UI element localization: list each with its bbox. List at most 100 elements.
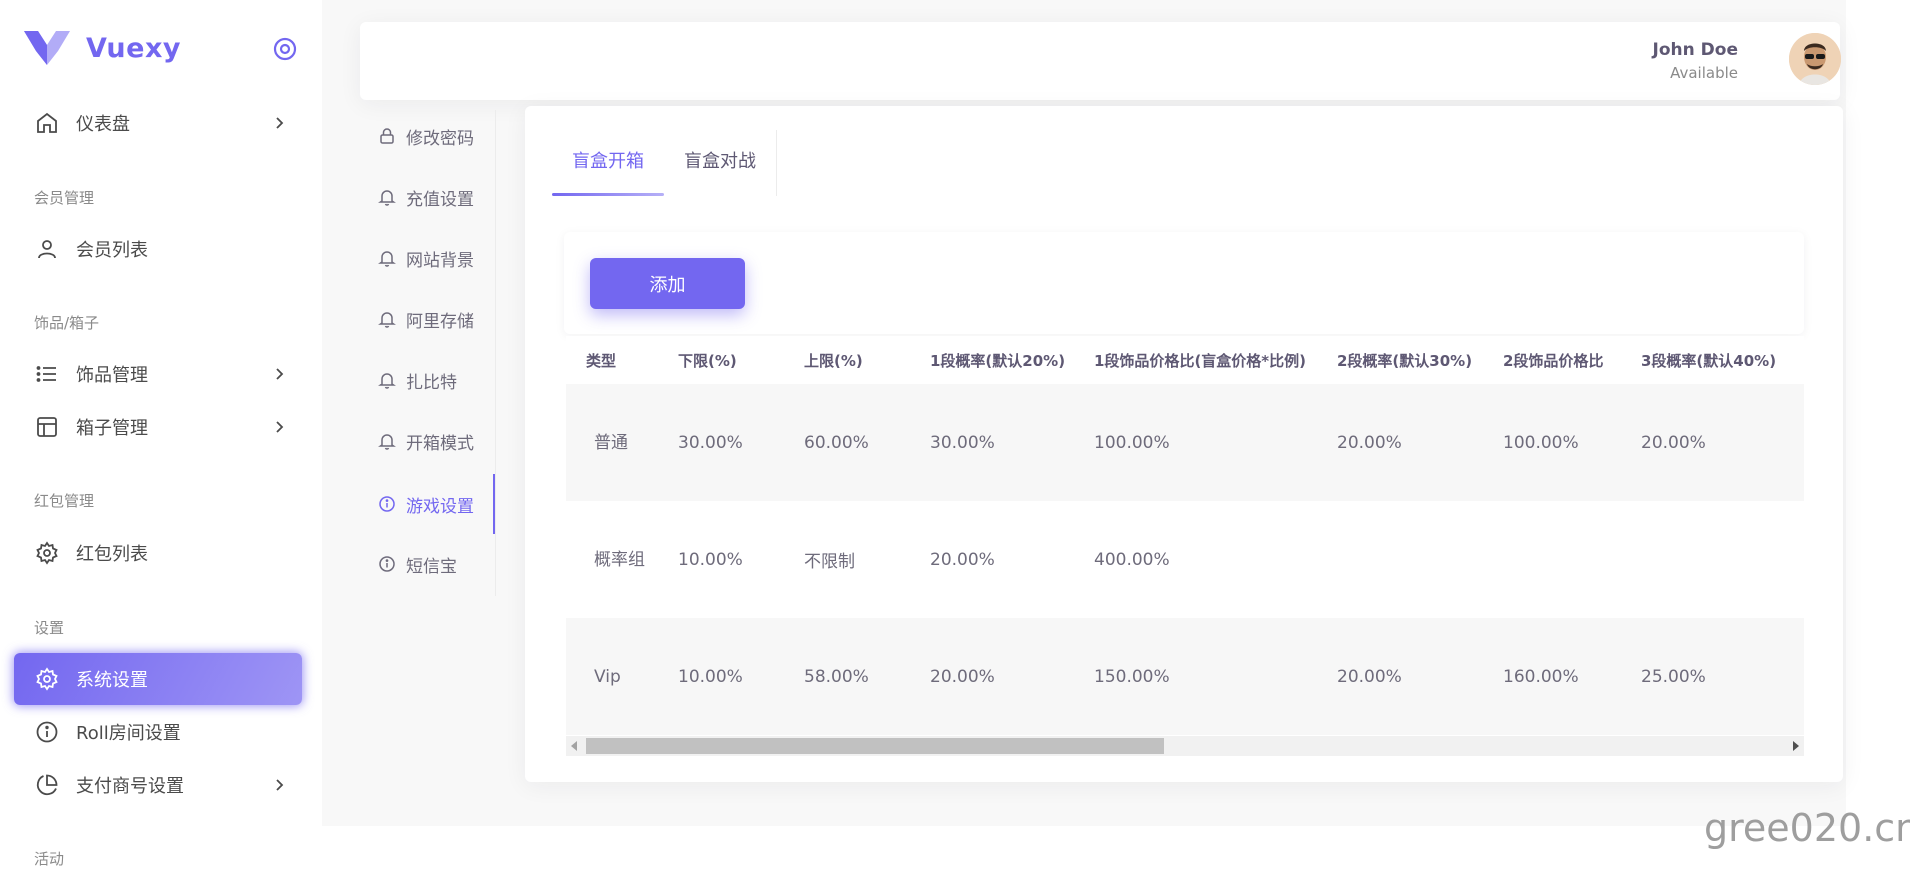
chevron-right-icon — [276, 779, 284, 791]
tab-blind-box-open[interactable]: 盲盒开箱 — [552, 130, 664, 196]
collapse-toggle-icon[interactable] — [272, 36, 298, 62]
sidebar-item-label: 会员列表 — [76, 240, 148, 261]
table-cell: 20.00% — [1317, 384, 1483, 501]
bell-icon — [378, 434, 396, 450]
settings-item-game-settings[interactable]: 游戏设置 — [378, 474, 496, 534]
table-cell: 25.00% — [1621, 618, 1804, 735]
settings-item-site-background[interactable]: 网站背景 — [378, 238, 496, 278]
bell-icon — [378, 312, 396, 328]
lock-icon — [380, 128, 394, 144]
settings-item-label: 阿里存储 — [406, 311, 474, 332]
sidebar-item-redpacket-list[interactable]: 红包列表 — [14, 527, 302, 579]
sidebar-item-roll-room-settings[interactable]: Roll房间设置 — [14, 706, 302, 758]
column-header[interactable]: 类型 — [566, 336, 658, 384]
tab-divider — [776, 130, 777, 196]
info-icon — [34, 719, 60, 745]
table-cell: 30.00% — [658, 384, 784, 501]
tab-blind-box-battle[interactable]: 盲盒对战 — [664, 130, 776, 196]
tab-list: 盲盒开箱 盲盒对战 — [552, 130, 777, 196]
section-settings: 设置 — [34, 619, 65, 637]
brand[interactable]: Vuexy — [24, 28, 181, 68]
column-header[interactable]: 2段概率(默认30%) — [1317, 336, 1483, 384]
user-icon — [34, 236, 60, 262]
table-header-row: 类型 下限(%) 上限(%) 1段概率(默认20%) 1段饰品价格比(盲盒价格*… — [566, 336, 1804, 384]
column-header[interactable]: 2段饰品价格比 — [1483, 336, 1621, 384]
table-cell: 30.00% — [910, 384, 1074, 501]
settings-item-change-password[interactable]: 修改密码 — [378, 116, 496, 156]
table-cell-type: 概率组 — [594, 549, 645, 570]
sidebar-item-label: 仪表盘 — [76, 114, 130, 135]
info-icon — [379, 556, 395, 572]
sidebar-item-item-management[interactable]: 饰品管理 — [14, 348, 302, 400]
settings-item-unbox-mode[interactable]: 开箱模式 — [378, 421, 496, 461]
section-activities: 活动 — [34, 850, 65, 868]
layout-icon — [34, 414, 60, 440]
settings-menu: 修改密码 充值设置 网站背景 阿里存储 扎比特 开箱模式 游戏设置 短信宝 — [360, 110, 496, 596]
gear-icon — [34, 666, 60, 692]
home-icon — [34, 110, 60, 136]
settings-item-ali-storage[interactable]: 阿里存储 — [378, 299, 496, 339]
table-cell: 150.00% — [1074, 618, 1317, 735]
table-cell: 10.00% — [658, 618, 784, 735]
horizontal-scrollbar[interactable] — [566, 736, 1804, 756]
column-header[interactable]: 3段概率(默认40%) — [1621, 336, 1804, 384]
gear-icon — [34, 540, 60, 566]
user-name[interactable]: John Doe — [1653, 40, 1738, 60]
sidebar-item-dashboard[interactable]: 仪表盘 — [14, 97, 302, 149]
settings-item-label: 网站背景 — [406, 250, 474, 271]
section-redpacket-management: 红包管理 — [34, 492, 95, 510]
settings-item-recharge[interactable]: 充值设置 — [378, 177, 496, 217]
scrollbar-thumb[interactable] — [586, 738, 1164, 754]
table-cell: 20.00% — [910, 618, 1074, 735]
sidebar-item-label: 红包列表 — [76, 544, 148, 565]
settings-item-label: 游戏设置 — [406, 496, 474, 517]
sidebar-item-label: 支付商号设置 — [76, 776, 184, 797]
section-items-boxes: 饰品/箱子 — [34, 314, 100, 332]
avatar[interactable] — [1789, 33, 1841, 85]
list-icon — [34, 361, 60, 387]
settings-menu-divider — [495, 110, 496, 596]
table-cell-type: Vip — [566, 618, 658, 735]
table-cell: 10.00% — [678, 549, 743, 570]
column-header[interactable]: 1段概率(默认20%) — [910, 336, 1074, 384]
table-row[interactable]: 概率组 10.00% 不限制 20.00% 400.00% — [566, 501, 1804, 618]
settings-item-label: 开箱模式 — [406, 433, 474, 454]
table-cell: 20.00% — [1317, 618, 1483, 735]
scroll-left-arrow-icon[interactable] — [571, 741, 577, 751]
scroll-right-arrow-icon[interactable] — [1793, 741, 1799, 751]
table-row[interactable]: 普通 30.00% 60.00% 30.00% 100.00% 20.00% 1… — [566, 384, 1804, 501]
settings-item-zbt[interactable]: 扎比特 — [378, 360, 496, 400]
sidebar-item-box-management[interactable]: 箱子管理 — [14, 401, 302, 453]
column-header[interactable]: 1段饰品价格比(盲盒价格*比例) — [1074, 336, 1317, 384]
sidebar-item-payment-merchant-settings[interactable]: 支付商号设置 — [14, 759, 302, 811]
column-header[interactable]: 上限(%) — [784, 336, 910, 384]
table-cell: 60.00% — [784, 384, 910, 501]
info-icon — [379, 496, 395, 512]
table-cell-type: 普通 — [566, 384, 658, 501]
settings-item-label: 扎比特 — [406, 372, 457, 393]
settings-item-label: 修改密码 — [406, 128, 474, 149]
watermark: gree020.cn — [1704, 806, 1910, 850]
table-cell — [1317, 501, 1483, 618]
vuexy-logo-icon — [24, 31, 70, 65]
sidebar-item-label: 箱子管理 — [76, 418, 148, 439]
sidebar-item-label: 饰品管理 — [76, 365, 148, 386]
table-row[interactable]: Vip 10.00% 58.00% 20.00% 150.00% 20.00% … — [566, 618, 1804, 735]
add-button[interactable]: 添加 — [590, 258, 745, 309]
bell-icon — [378, 373, 396, 389]
column-header[interactable]: 下限(%) — [658, 336, 784, 384]
sidebar-item-member-list[interactable]: 会员列表 — [14, 223, 302, 275]
settings-item-sms-bao[interactable]: 短信宝 — [378, 544, 496, 584]
brand-name: Vuexy — [86, 32, 181, 64]
probability-table: 类型 下限(%) 上限(%) 1段概率(默认20%) 1段饰品价格比(盲盒价格*… — [566, 336, 1804, 756]
pie-chart-icon — [34, 772, 60, 798]
settings-item-label: 短信宝 — [406, 556, 457, 577]
table-toolbar — [564, 232, 1804, 334]
user-status: Available — [1670, 64, 1738, 82]
sidebar-item-label: Roll房间设置 — [76, 723, 181, 744]
sidebar-item-system-settings[interactable]: 系统设置 — [14, 653, 302, 705]
table-cell — [1483, 501, 1621, 618]
sidebar: Vuexy 仪表盘 会员管理 会员列表 饰品/箱子 饰品管理 箱子管理 红包管理 — [0, 0, 322, 868]
table-cell: 100.00% — [1074, 384, 1317, 501]
section-member-management: 会员管理 — [34, 189, 95, 207]
